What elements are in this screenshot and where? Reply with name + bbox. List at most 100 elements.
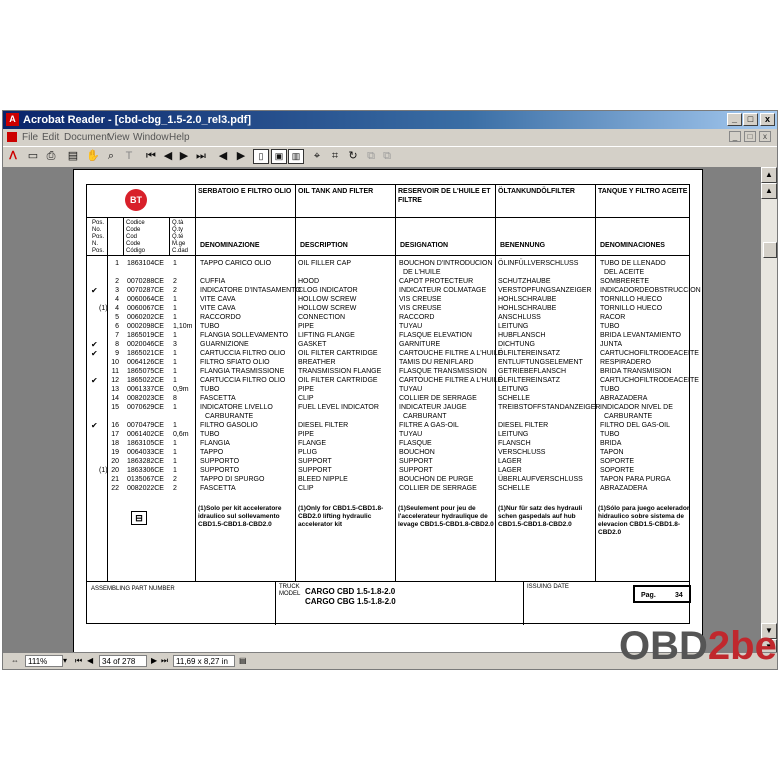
col-label-code: Codice Code Cod Code Código	[126, 220, 146, 254]
obd2be-watermark: OBD2be	[619, 624, 777, 668]
col-label-qty: Q.tà Q.ty Q.té M.ge C.dad	[172, 220, 189, 254]
row-en: PIPE	[298, 431, 314, 438]
prev-page-icon[interactable]: ◀	[160, 149, 176, 164]
row-pos: 18	[111, 440, 119, 447]
menu-window[interactable]: Window	[133, 129, 169, 146]
row-it: FASCETTA	[200, 485, 236, 492]
row-qty: 1,10m	[173, 323, 193, 330]
find-icon[interactable]: ⌖	[309, 149, 325, 164]
document-icon	[7, 132, 17, 142]
row-pos: 3	[115, 287, 119, 294]
row-en: CLIP	[298, 485, 314, 492]
row-check: ✔	[91, 421, 98, 430]
status-first-page-icon[interactable]: ⏮	[75, 655, 82, 667]
text-select-icon[interactable]: T	[121, 149, 137, 164]
hand-icon[interactable]: ✋	[85, 149, 101, 164]
row-qty: 2	[173, 485, 177, 492]
menu-file[interactable]: File	[22, 129, 38, 146]
status-last-page-icon[interactable]: ⏭	[161, 655, 168, 667]
thumbnails-icon[interactable]: ▤	[65, 149, 81, 164]
open-icon[interactable]: ▭	[25, 149, 41, 164]
doc-restore-button[interactable]: □	[744, 131, 756, 142]
maximize-button[interactable]: □	[743, 113, 758, 126]
doc-minimize-button[interactable]: _	[729, 131, 741, 142]
row-de: LAGER	[498, 467, 522, 474]
menu-document[interactable]: Document	[64, 129, 110, 146]
row-pos: 21	[111, 476, 119, 483]
status-prev-page-icon[interactable]: ◀	[87, 655, 93, 667]
adobe-icon[interactable]: ᐱ	[5, 149, 21, 164]
scroll-up-button[interactable]: ▲	[761, 167, 777, 183]
zoom-dropdown-icon[interactable]: ▾	[63, 655, 67, 667]
row-fr: COLLIER DE SERRAGE	[399, 485, 477, 492]
row-pos: 1	[115, 260, 119, 267]
window-title: Acrobat Reader - [cbd-cbg_1.5-2.0_rel3.p…	[23, 114, 252, 126]
back-icon[interactable]: ◀	[215, 149, 231, 164]
menu-view[interactable]: View	[108, 129, 130, 146]
row-qty: 1	[173, 305, 177, 312]
pdf-page: BT SERBATOIO E FILTRO OLIO OIL TANK AND …	[73, 169, 703, 655]
row-fr: BOUCHON D'INTRODUCION	[399, 260, 493, 267]
row-fr: TUYAU	[399, 431, 423, 438]
row-en: BLEED NIPPLE	[298, 476, 348, 483]
row-pos: 7	[115, 332, 119, 339]
row-en: FUEL LEVEL INDICATOR	[298, 404, 379, 411]
layout-icon[interactable]: ▤	[239, 655, 247, 667]
footer-divider	[87, 581, 689, 582]
forward-icon[interactable]: ▶	[233, 149, 249, 164]
row-qty: 0,6m	[173, 431, 189, 438]
minimize-button[interactable]: _	[727, 113, 742, 126]
col-line-en	[295, 185, 296, 581]
doc-close-button[interactable]: x	[759, 131, 771, 142]
tool2-icon[interactable]: ⧉	[379, 149, 395, 164]
row-qty: 1	[173, 404, 177, 411]
close-button[interactable]: x	[760, 113, 775, 126]
actual-size-icon[interactable]: ▯	[253, 149, 269, 164]
print-icon[interactable]: ⎙	[43, 149, 59, 164]
row-pos: 14	[111, 395, 119, 402]
row-pos: 6	[115, 323, 119, 330]
last-page-icon[interactable]: ⏭	[193, 149, 209, 164]
row-code: 0060202CE	[127, 314, 164, 321]
first-page-icon[interactable]: ⏮	[143, 149, 159, 164]
row-fr: BOUCHON	[399, 449, 435, 456]
row-de: ÖLFILTEREINSATZ	[498, 350, 560, 357]
row-en: HOOD	[298, 278, 319, 285]
row-code: 0070629CE	[127, 404, 164, 411]
document-viewport[interactable]: BT SERBATOIO E FILTRO OLIO OIL TANK AND …	[3, 167, 761, 655]
row-fr-cont: CARBURANT	[403, 413, 447, 420]
model-cbd: CARGO CBD 1.5-1.8-2.0	[305, 587, 396, 596]
nav-toggle-icon[interactable]: ⇔	[11, 655, 19, 667]
row-es: SOPORTE	[600, 467, 635, 474]
status-next-page-icon[interactable]: ▶	[151, 655, 157, 667]
menu-edit[interactable]: Edit	[42, 129, 59, 146]
row-fr: VIS CREUSE	[399, 296, 442, 303]
scroll-page-up-button[interactable]: ▲	[761, 183, 777, 199]
row-it: TUBO	[200, 431, 220, 438]
zoom-icon[interactable]: ⌕	[103, 149, 119, 164]
row-check: ✔	[91, 286, 98, 295]
tool-icon[interactable]: ⧉	[363, 149, 379, 164]
vertical-scrollbar[interactable]: ▲ ▲ ▼ ▼	[761, 167, 777, 655]
kit-symbol-icon: ⊟	[131, 511, 147, 525]
row-it: CARTUCCIA FILTRO OLIO	[200, 350, 286, 357]
row-fr: CARTOUCHE FILTRE A L'HUILE	[399, 377, 503, 384]
scroll-thumb[interactable]	[763, 242, 777, 258]
next-page-icon[interactable]: ▶	[176, 149, 192, 164]
row-check: ✔	[91, 376, 98, 385]
page-indicator[interactable]: 34 of 278	[99, 655, 147, 667]
row-code: 0020046CE	[127, 341, 164, 348]
rotate-icon[interactable]: ↻	[345, 149, 361, 164]
fit-width-icon[interactable]: ▥	[288, 149, 304, 164]
col-line-code	[169, 217, 170, 255]
row-pos: 4	[115, 305, 119, 312]
row-it: INDICATORE D'INTASAMENTO	[200, 287, 301, 294]
zoom-field[interactable]: 111%	[25, 655, 63, 667]
row-qty: 3	[173, 341, 177, 348]
row-code: 1863104CE	[127, 260, 164, 267]
web-icon[interactable]: ⌗	[327, 149, 343, 164]
fit-page-icon[interactable]: ▣	[271, 149, 287, 164]
title-bar[interactable]: A Acrobat Reader - [cbd-cbg_1.5-2.0_rel3…	[3, 111, 777, 129]
menu-help[interactable]: Help	[169, 129, 190, 146]
row-code: 0070287CE	[127, 287, 164, 294]
